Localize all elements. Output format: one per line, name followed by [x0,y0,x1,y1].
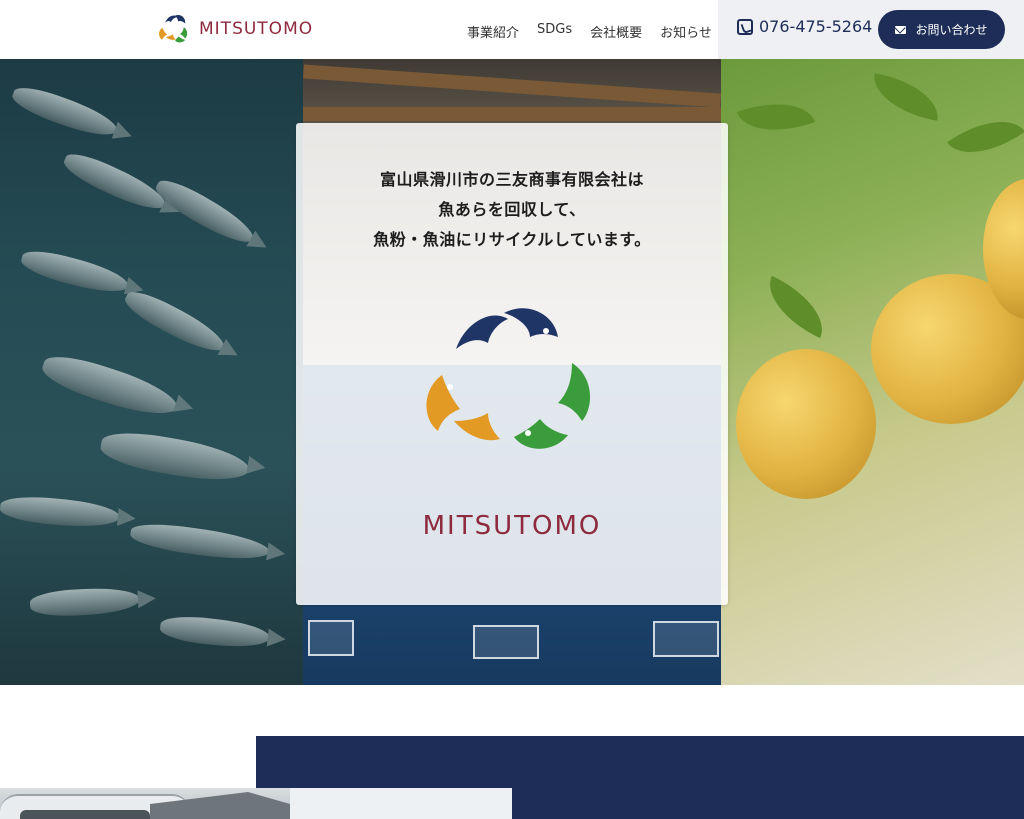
phone-number: 076-475-5264 [759,17,873,36]
hero-tagline: 富山県滑川市の三友商事有限会社は 魚あらを回収して、 魚粉・魚油にリサイクルして… [296,165,728,255]
recycle-fish-logo-large-icon [426,308,591,449]
tagline-line-3: 魚粉・魚油にリサイクルしています。 [373,230,651,249]
nav-item-sdgs[interactable]: SDGs [528,19,581,44]
brand-link[interactable]: MITSUTOMO [155,12,313,46]
facility-image [0,788,512,819]
tagline-line-2: 魚あらを回収して、 [438,200,586,219]
nav-item-company[interactable]: 会社概要 [581,19,651,44]
tagline-line-1: 富山県滑川市の三友商事有限会社は [379,170,644,189]
phone-link[interactable]: 076-475-5264 [737,17,872,36]
fish-school-image [0,59,303,685]
contact-button[interactable]: お問い合わせ [878,10,1005,49]
contact-button-label: お問い合わせ [915,23,988,37]
site-header: MITSUTOMO 事業紹介 SDGs 会社概要 お知らせ 076-475-52… [0,0,1024,59]
pear-orchard-image [721,59,1024,685]
nav-item-business[interactable]: 事業紹介 [458,19,528,44]
hero-message-card: 富山県滑川市の三友商事有限会社は 魚あらを回収して、 魚粉・魚油にリサイクルして… [296,123,728,605]
brand-name: MITSUTOMO [199,19,314,39]
hero-logo-text: MITSUTOMO [422,511,602,541]
nav-item-news[interactable]: お知らせ [651,19,721,44]
mail-icon [895,25,907,34]
main-nav: 事業紹介 SDGs 会社概要 お知らせ [458,19,721,44]
hero-section: 富山県滑川市の三友商事有限会社は 魚あらを回収して、 魚粉・魚油にリサイクルして… [0,59,1024,685]
recycle-fish-logo-icon [159,15,188,43]
phone-icon [737,18,753,35]
